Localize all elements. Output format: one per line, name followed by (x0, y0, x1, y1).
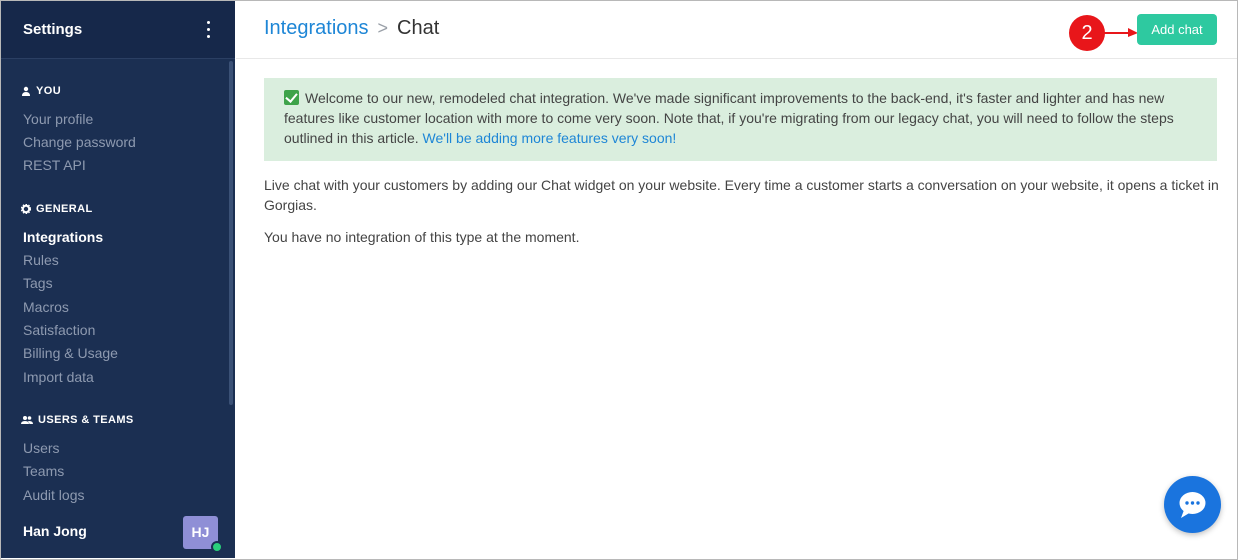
sidebar-item-import-data[interactable]: Import data (23, 369, 94, 385)
empty-state-message: You have no integration of this type at … (264, 229, 580, 245)
step-number-badge: 2 (1069, 15, 1105, 51)
main-content: Integrations > Chat 2 Add chat Welcome t… (236, 1, 1237, 558)
chat-widget-button[interactable] (1164, 476, 1221, 533)
section-you-header: YOU (21, 85, 61, 97)
sidebar-item-your-profile[interactable]: Your profile (23, 111, 93, 127)
section-users-teams-label: USERS & TEAMS (38, 414, 134, 426)
breadcrumb: Integrations > Chat (264, 17, 439, 40)
breadcrumb-separator: > (377, 18, 389, 38)
section-you-label: YOU (36, 85, 62, 97)
users-icon (21, 416, 33, 424)
user-icon (22, 86, 30, 96)
alert-link[interactable]: We'll be adding more features very soon! (423, 130, 677, 146)
sidebar-item-integrations[interactable]: Integrations (23, 229, 103, 245)
check-icon (284, 90, 299, 105)
sidebar-item-teams[interactable]: Teams (23, 463, 64, 479)
info-alert: Welcome to our new, remodeled chat integ… (264, 78, 1217, 161)
section-users-teams-header: USERS & TEAMS (21, 414, 134, 426)
sidebar-item-audit-logs[interactable]: Audit logs (23, 487, 84, 503)
page-title: Chat (397, 17, 440, 39)
pointer-arrow-icon (1102, 28, 1138, 37)
sidebar-item-rest-api[interactable]: REST API (23, 157, 86, 173)
gear-icon (21, 204, 31, 214)
sidebar-item-rules[interactable]: Rules (23, 252, 59, 268)
section-general-label: GENERAL (36, 203, 93, 215)
breadcrumb-integrations-link[interactable]: Integrations (264, 17, 369, 40)
sidebar-title: Settings (23, 21, 83, 38)
integration-description: Live chat with your customers by adding … (264, 177, 1219, 213)
sidebar: Settings YOU Your profile Change passwor… (1, 1, 235, 558)
online-status-icon (211, 541, 223, 553)
chat-bubble-icon (1179, 492, 1206, 518)
sidebar-scrollbar[interactable] (229, 61, 233, 405)
add-chat-button[interactable]: Add chat (1137, 14, 1217, 45)
sidebar-item-tags[interactable]: Tags (23, 275, 53, 291)
sidebar-item-satisfaction[interactable]: Satisfaction (23, 322, 95, 338)
sidebar-item-macros[interactable]: Macros (23, 299, 69, 315)
alert-text: Welcome to our new, remodeled chat integ… (284, 90, 1174, 146)
sidebar-item-users[interactable]: Users (23, 440, 60, 456)
section-general-header: GENERAL (21, 203, 93, 215)
sidebar-item-change-password[interactable]: Change password (23, 134, 136, 150)
more-options-icon[interactable] (203, 21, 213, 39)
sidebar-header: Settings (1, 1, 235, 59)
current-user-name[interactable]: Han Jong (23, 523, 87, 539)
sidebar-item-billing-usage[interactable]: Billing & Usage (23, 345, 118, 361)
top-bar: Integrations > Chat 2 Add chat (236, 1, 1237, 59)
